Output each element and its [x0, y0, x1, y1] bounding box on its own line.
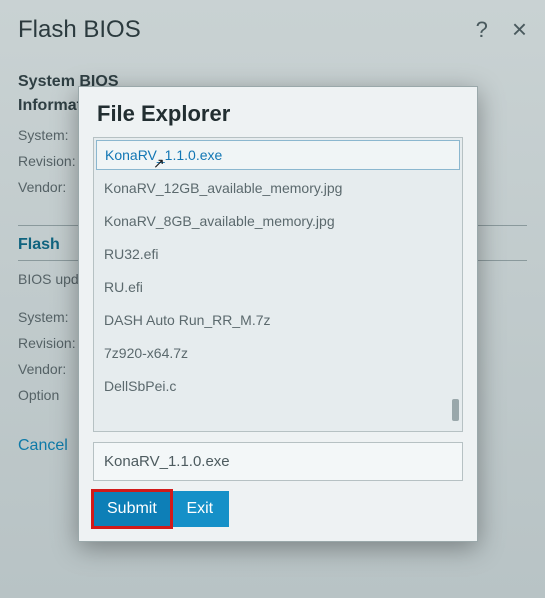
close-icon[interactable]: × — [512, 14, 527, 45]
dialog-button-row: Submit Exit — [79, 491, 477, 541]
file-list[interactable]: ▲ KonaRV_1.1.0.exe↖KonaRV_12GB_available… — [93, 137, 463, 432]
dialog-title: File Explorer — [79, 87, 477, 137]
submit-button[interactable]: Submit — [93, 491, 171, 527]
help-icon[interactable]: ? — [476, 17, 488, 43]
file-item[interactable]: DASH Auto Run_RR_M.7z — [94, 304, 462, 337]
file-item[interactable]: RU32.efi — [94, 238, 462, 271]
exit-button[interactable]: Exit — [171, 491, 229, 527]
titlebar: Flash BIOS ? × — [18, 14, 527, 45]
cancel-link[interactable]: Cancel — [18, 437, 68, 455]
file-item[interactable]: RU.efi — [94, 271, 462, 304]
file-item[interactable]: KonaRV_1.1.0.exe↖ — [96, 140, 460, 170]
scrollbar-thumb[interactable] — [452, 399, 459, 421]
file-item[interactable]: 7z920-x64.7z — [94, 337, 462, 370]
file-item[interactable]: KonaRV_8GB_available_memory.jpg — [94, 205, 462, 238]
file-explorer-dialog: File Explorer ▲ KonaRV_1.1.0.exe↖KonaRV_… — [78, 86, 478, 542]
filename-field[interactable]: KonaRV_1.1.0.exe — [93, 442, 463, 481]
cursor-icon: ↖ — [153, 155, 165, 172]
window-title: Flash BIOS — [18, 16, 141, 44]
file-item[interactable]: DellSbPei.c — [94, 370, 462, 403]
file-item[interactable]: KonaRV_12GB_available_memory.jpg — [94, 172, 462, 205]
